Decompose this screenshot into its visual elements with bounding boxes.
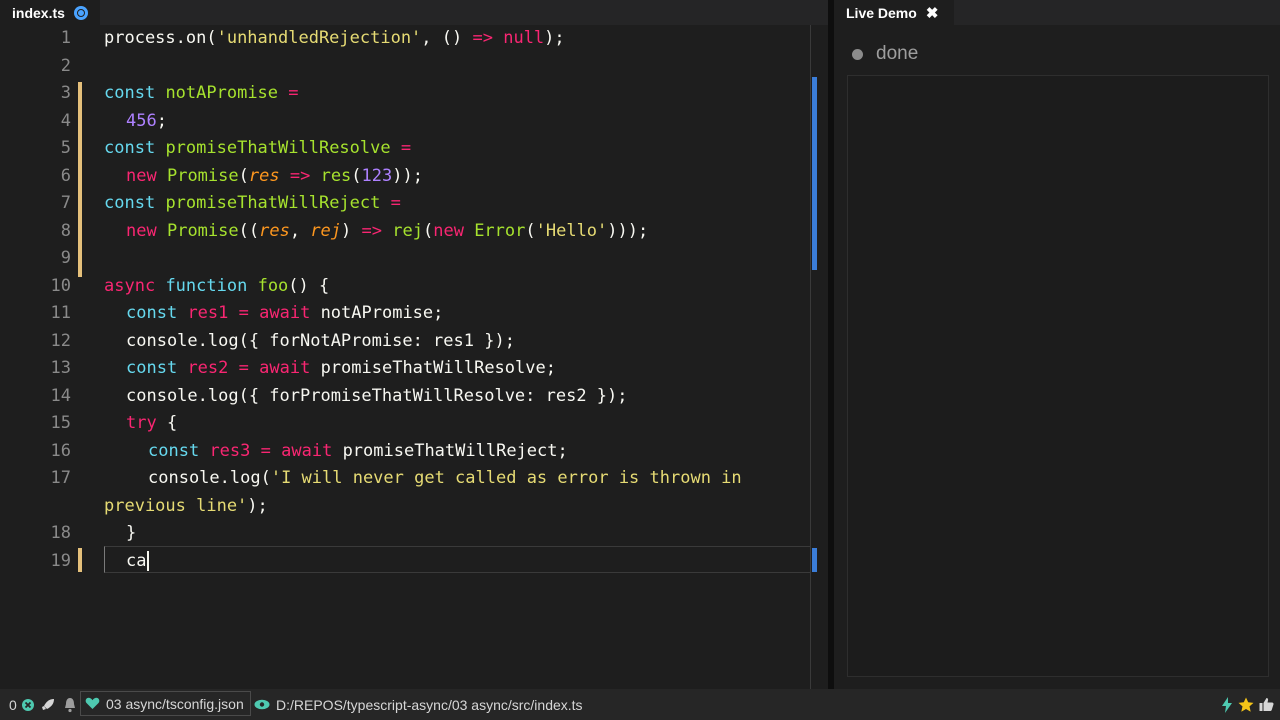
- console-entry: done: [852, 43, 918, 65]
- code-line: const res2 = await promiseThatWillResolv…: [126, 358, 556, 378]
- line-number: 19: [50, 550, 71, 571]
- code-line: ca: [104, 548, 810, 576]
- line-number: 13: [50, 358, 71, 378]
- scrollbar-cursor-marker: [812, 548, 817, 572]
- lightning-icon[interactable]: [1222, 689, 1232, 720]
- error-count[interactable]: 0: [9, 689, 35, 720]
- file-path-label: D:/REPOS/typescript-async/03 async/src/i…: [276, 696, 583, 713]
- status-bar: 0 03 async/tsconfig.json D:/REPOS/typesc…: [0, 689, 1280, 720]
- code-line: new Promise((res, rej) => rej(new Error(…: [126, 220, 649, 241]
- line-number: 2: [60, 55, 71, 76]
- code-line: const res1 = await notAPromise;: [126, 303, 444, 323]
- line-number: 6: [60, 165, 71, 186]
- line-number: 8: [60, 220, 71, 241]
- code-line: }: [126, 523, 137, 543]
- heart-icon: [85, 697, 100, 709]
- eye-icon: [254, 699, 270, 710]
- error-circle-icon: [21, 698, 34, 711]
- line-number: 5: [60, 138, 71, 158]
- editor-tabbar: index.ts: [0, 0, 828, 25]
- status-dot-icon: [852, 48, 863, 60]
- code-line: const promiseThatWillResolve =: [104, 138, 412, 158]
- line-number: 9: [60, 248, 71, 268]
- code-editor[interactable]: 1 2 3 4 5 6 7 8 9 10 11 12 13 14 15 16 17 18 19 process.on…: [0, 25, 829, 689]
- code-line: console.log('I will never get called as …: [148, 468, 742, 488]
- code-line: 456;: [126, 110, 167, 131]
- tab-index-ts[interactable]: index.ts: [0, 0, 100, 25]
- line-number: 11: [50, 303, 71, 323]
- tab-label: index.ts: [12, 4, 65, 21]
- code-line: const res3 = await promiseThatWillReject…: [148, 440, 568, 461]
- file-path[interactable]: D:/REPOS/typescript-async/03 async/src/i…: [254, 689, 583, 720]
- code-line: process.on('unhandledRejection', () => n…: [104, 28, 565, 48]
- code-line: previous line');: [104, 495, 268, 516]
- rocket-icon[interactable]: [40, 689, 56, 720]
- star-icon[interactable]: [1238, 689, 1254, 720]
- code-line: try {: [126, 413, 178, 433]
- live-demo-panel: done: [834, 25, 1280, 689]
- scrollbar-thumb[interactable]: [812, 77, 817, 270]
- thumbs-up-icon[interactable]: [1259, 689, 1274, 720]
- line-gutter: 1 2 3 4 5 6 7 8 9 10 11 12 13 14 15 16 17 18 19: [0, 25, 82, 689]
- code-line: const promiseThatWillReject =: [104, 193, 401, 213]
- project-config-button[interactable]: 03 async/tsconfig.json: [80, 691, 251, 716]
- line-number: 17: [50, 468, 71, 488]
- modified-indicator: [78, 548, 82, 572]
- code-line: console.log({ forPromiseThatWillResolve:…: [126, 385, 628, 406]
- line-number: 4: [60, 110, 71, 131]
- line-number: 1: [60, 28, 71, 48]
- typescript-file-icon: [73, 5, 88, 20]
- line-number: 12: [50, 330, 71, 351]
- code-line: console.log({ forNotAPromise: res1 });: [126, 330, 515, 351]
- code-line: new Promise(res => res(123));: [126, 165, 423, 186]
- line-number: 14: [50, 385, 71, 406]
- console-text: done: [876, 43, 919, 64]
- bell-icon[interactable]: [63, 689, 77, 720]
- error-count-value: 0: [9, 696, 17, 713]
- panel-tab-label: Live Demo: [846, 4, 917, 21]
- code-line: async function foo() {: [104, 275, 330, 296]
- code-line: const notAPromise =: [104, 83, 299, 103]
- tab-live-demo[interactable]: Live Demo ✖: [834, 0, 954, 25]
- console-output: [847, 75, 1269, 677]
- line-number: 3: [60, 83, 71, 103]
- modified-indicator: [78, 82, 82, 277]
- close-icon[interactable]: ✖: [926, 4, 939, 22]
- line-number: 18: [50, 523, 71, 543]
- line-number: 15: [50, 413, 71, 433]
- line-number: 16: [50, 440, 71, 461]
- text-caret: [147, 550, 150, 571]
- project-config-label: 03 async/tsconfig.json: [106, 695, 244, 712]
- line-number: 7: [60, 193, 71, 213]
- line-number: 10: [50, 275, 71, 296]
